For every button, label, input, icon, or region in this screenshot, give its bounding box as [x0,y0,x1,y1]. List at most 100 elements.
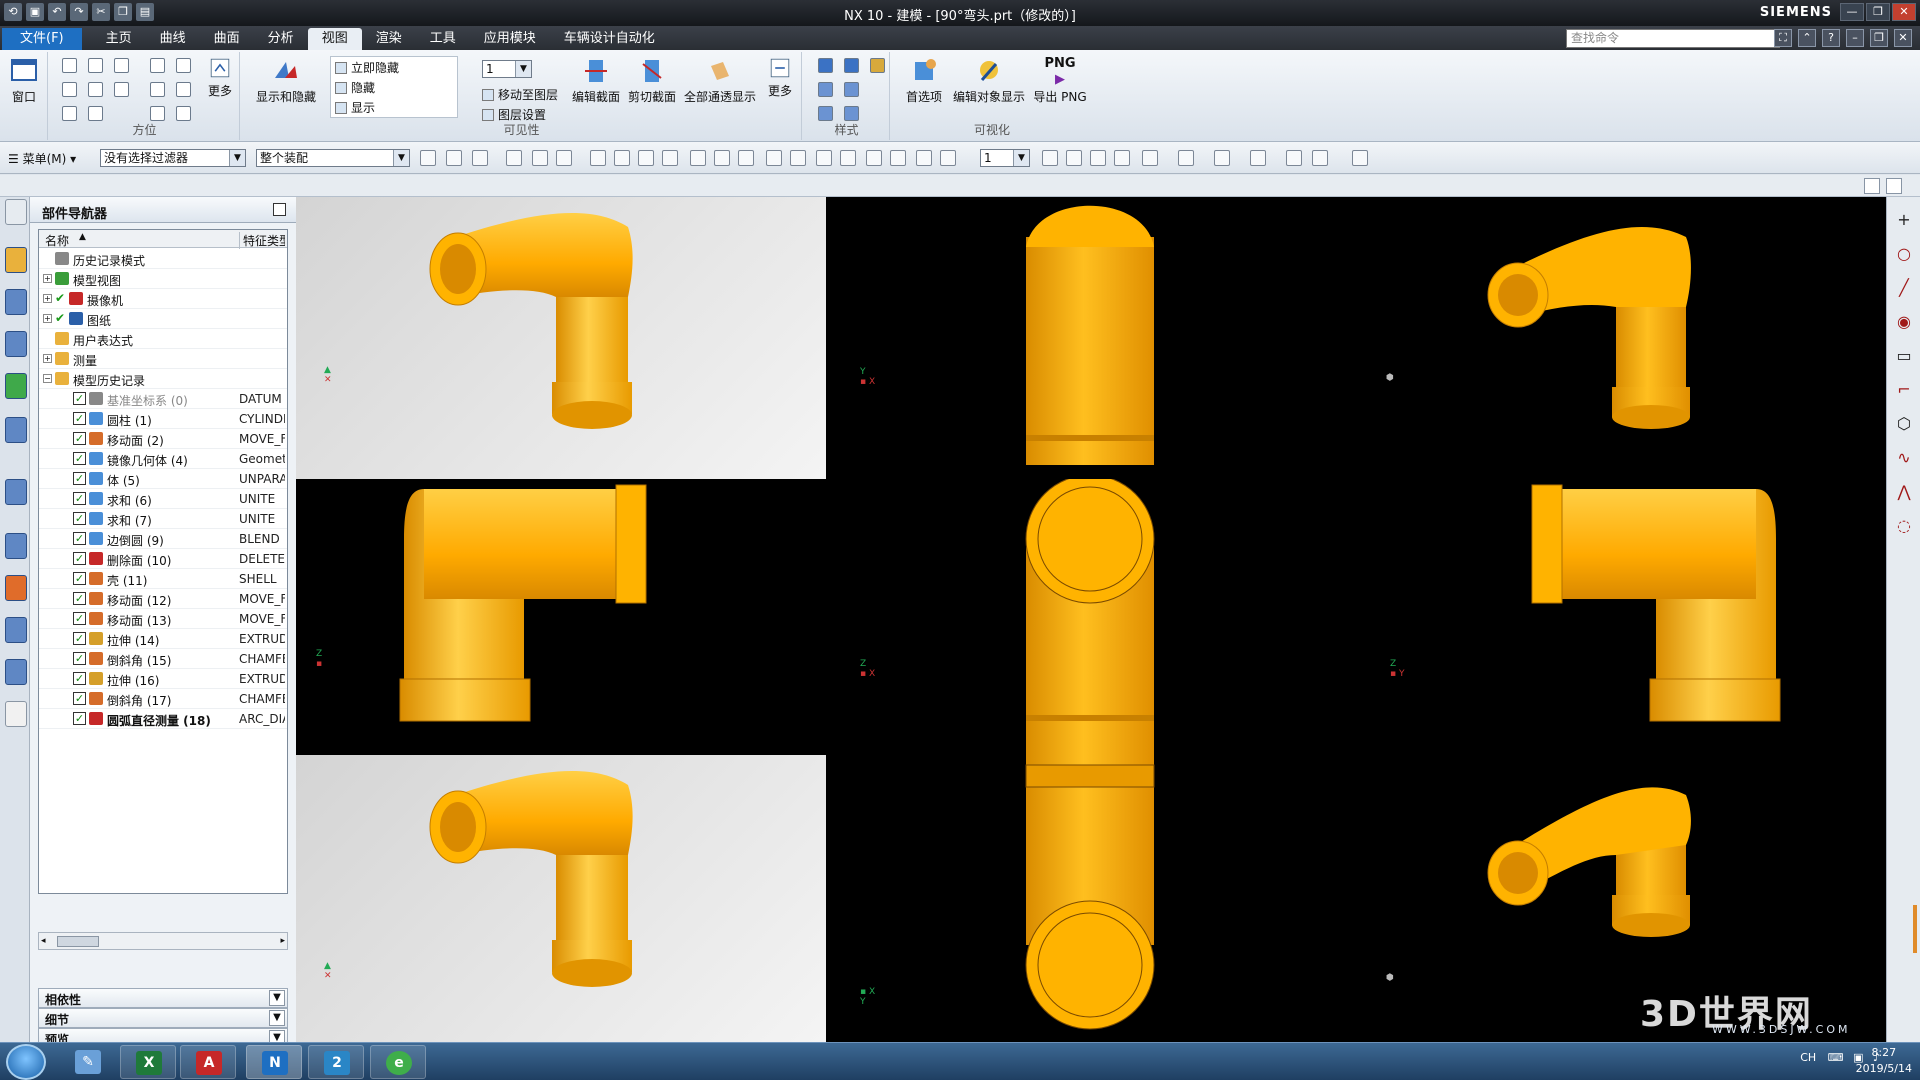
sort-up-icon[interactable]: ▲ [79,232,86,242]
taskbar-excel[interactable]: X [120,1045,176,1079]
snap-node-icon[interactable] [638,150,654,166]
render-style-icon[interactable] [1142,150,1158,166]
zoom-icon[interactable] [150,58,165,73]
tab-vehicle-design[interactable]: 车辆设计自动化 [550,28,669,50]
visibility-more-button[interactable]: 更多 [762,56,798,99]
collapse-ribbon-icon[interactable]: ⌃ [1798,29,1816,47]
reuse-library-icon[interactable] [5,373,27,399]
snap-face-icon[interactable] [916,150,932,166]
tree-row[interactable]: ✓ 圆弧直径测量 (18) ARC_DIAMETER [39,709,287,729]
scroll-thumb[interactable] [57,936,99,947]
viewport-right[interactable]: Z ▪ Y [1356,479,1886,755]
tab-analysis[interactable]: 分析 [254,28,308,50]
measure-icon[interactable] [1352,150,1368,166]
checkbox[interactable]: ✓ [73,612,86,625]
point-icon[interactable]: ○ [1895,245,1913,263]
snap-normal-icon[interactable] [790,150,806,166]
tree-row[interactable]: ✓ 壳 (11) SHELL [39,569,287,589]
snap-point-icon[interactable] [866,150,882,166]
fillet-icon[interactable]: ⌐ [1895,381,1913,399]
viewport-isometric-top-right[interactable]: ⬢ [1356,197,1886,479]
tree-row[interactable]: 历史记录模式 [39,249,287,269]
checkbox[interactable]: ✓ [73,592,86,605]
material-icon[interactable] [1250,150,1266,166]
checkbox[interactable]: ✓ [73,692,86,705]
shaded-icon[interactable] [844,58,859,73]
tab-view[interactable]: 视图 [307,28,362,50]
full-transparency-button[interactable]: 全部通透显示 [682,56,758,105]
view-top-icon[interactable] [114,58,129,73]
constraint-navigator-icon[interactable] [5,289,27,315]
restore-button[interactable]: ❐ [1866,3,1890,21]
refresh-icon[interactable] [150,106,165,121]
snap-endpoint-icon[interactable] [690,150,706,166]
light-icon[interactable] [1214,150,1230,166]
rectangle-icon[interactable]: ▭ [1895,347,1913,365]
scroll-left-icon[interactable]: ◂ [41,936,46,946]
doc-minimize-icon[interactable]: – [1846,29,1864,47]
viewport-left[interactable]: Z ▪ [296,479,826,755]
hd3d-icon[interactable] [5,417,27,443]
taskbar-app[interactable]: 2 [308,1045,364,1079]
assembly-scope-select[interactable]: 整个装配 ▼ [256,149,410,167]
assembly-navigator-icon[interactable] [5,247,27,273]
part-navigator-icon[interactable] [5,331,27,357]
tree-row[interactable]: 用户表达式 [39,329,287,349]
layout-icon[interactable] [1864,178,1880,194]
taskbar-fireworks[interactable]: ✎ [60,1045,116,1079]
tree-row[interactable]: ✓ 倒斜角 (15) CHAMFER [39,649,287,669]
system-scenes-icon[interactable] [5,701,27,727]
line-icon[interactable]: ╱ [1895,279,1913,297]
checkbox[interactable]: ✓ [73,672,86,685]
checkbox[interactable]: ✓ [73,572,86,585]
checkbox[interactable]: ✓ [73,652,86,665]
orient-more-button[interactable]: 更多 [204,56,236,99]
tab-home[interactable]: 主页 [92,28,146,50]
gear-icon[interactable] [5,199,27,225]
wireframe-icon[interactable] [818,82,833,97]
view-front-icon[interactable] [88,58,103,73]
edit-object-display-button[interactable]: 编辑对象显示 [950,56,1028,105]
zoom-window-icon[interactable] [176,58,191,73]
check-icon[interactable]: ✔ [55,311,65,325]
taskbar-browser[interactable]: e [370,1045,426,1079]
snap-center-icon[interactable] [816,150,832,166]
checkbox[interactable]: ✓ [73,492,86,505]
studio-icon[interactable] [818,106,833,121]
history-icon[interactable] [5,533,27,559]
minimize-button[interactable]: — [1840,3,1864,21]
tree-row[interactable]: ✓ 圆柱 (1) CYLINDER [39,409,287,429]
fit-window-icon[interactable]: ⛶ [1774,29,1792,47]
checkbox[interactable]: ✓ [73,712,86,725]
expand-icon[interactable]: + [43,274,52,283]
pan-icon[interactable] [150,82,165,97]
edit-section-button[interactable]: 编辑截面 [570,56,622,105]
scroll-right-icon[interactable]: ▸ [280,936,285,946]
tab-file[interactable]: 文件(F) [2,28,82,50]
expand-icon[interactable]: − [43,374,52,383]
tab-tools[interactable]: 工具 [416,28,470,50]
type-filter-select[interactable]: 没有选择过滤器 ▼ [100,149,246,167]
viewport-isometric-top-left[interactable]: ▲ ✕ [296,197,826,479]
taskbar-nx[interactable]: N [246,1045,302,1079]
type-column-header[interactable]: 特征类型 [239,232,285,249]
expand-icon[interactable]: + [43,314,52,323]
work-layer-select[interactable]: 1 ▼ [980,149,1030,167]
tree-row[interactable]: ✓ 求和 (6) UNITE [39,489,287,509]
export-png-button[interactable]: PNG ▶ 导出 PNG [1032,56,1088,105]
checkbox[interactable]: ✓ [73,472,86,485]
view-iso-icon[interactable] [88,106,103,121]
view-bottom-icon[interactable] [62,106,77,121]
snap-bounded-icon[interactable] [940,150,956,166]
layer-select[interactable]: 1 ▼ [482,60,532,78]
close-button[interactable]: ✕ [1892,3,1916,21]
scroll-indicator[interactable] [1913,905,1917,953]
tree-row[interactable]: ✓ 边倒圆 (9) BLEND [39,529,287,549]
viewport-isometric-bottom-left[interactable]: ▲ ✕ [296,755,826,1042]
tree-row[interactable]: ✓ 求和 (7) UNITE [39,509,287,529]
checkbox[interactable]: ✓ [73,552,86,565]
tree-row[interactable]: − 模型历史记录 [39,369,287,389]
immediate-hide-item[interactable]: 立即隐藏 [335,59,399,76]
filter-reset-icon[interactable] [420,150,436,166]
details-panel[interactable]: 细节 ▼ [38,1008,288,1028]
